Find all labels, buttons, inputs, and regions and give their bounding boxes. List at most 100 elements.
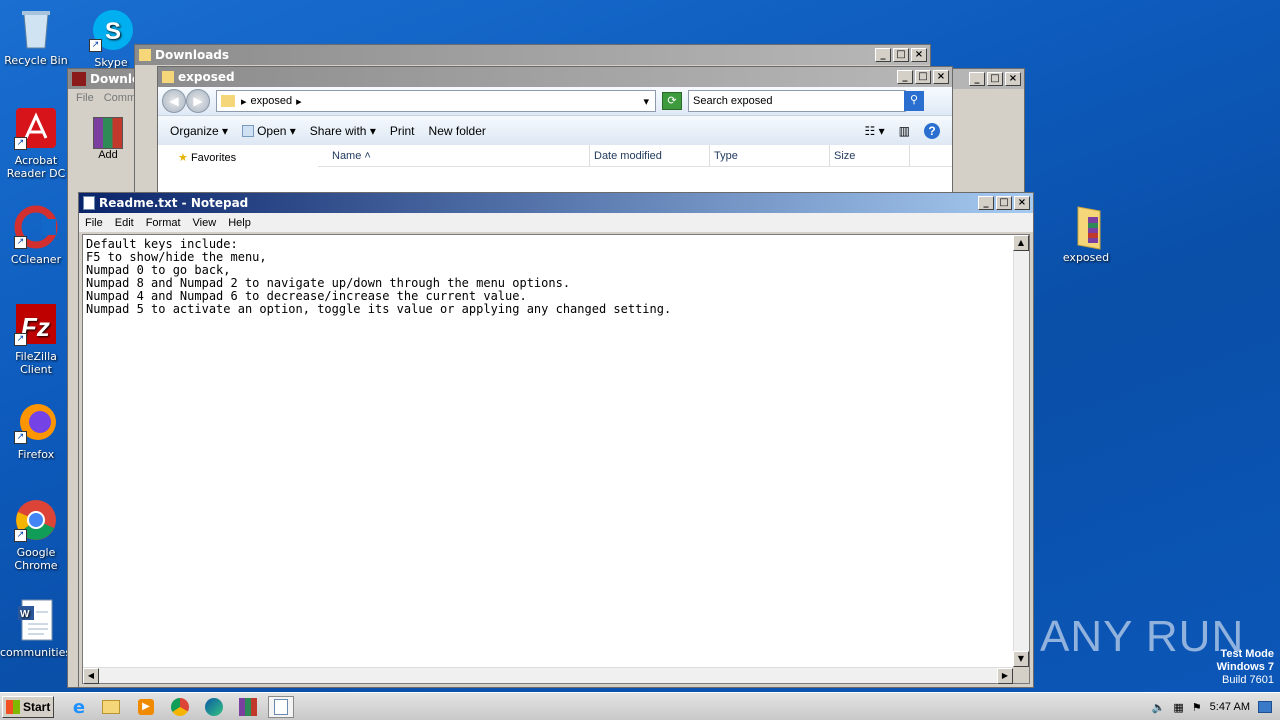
notepad-window[interactable]: Readme.txt - Notepad _ □ × File Edit For… <box>78 192 1034 688</box>
scroll-up-button[interactable]: ▲ <box>1013 235 1029 251</box>
preview-pane-icon[interactable]: ▥ <box>899 124 910 138</box>
scroll-down-button[interactable]: ▼ <box>1013 651 1029 667</box>
clock[interactable]: 5:47 AM <box>1210 701 1250 713</box>
search-icon[interactable]: ⚲ <box>904 91 924 111</box>
refresh-icon[interactable]: ⟳ <box>662 92 682 110</box>
minimize-button[interactable]: _ <box>897 70 913 84</box>
maximize-button[interactable]: □ <box>987 72 1003 86</box>
address-box[interactable]: ▸ exposed ▸ ▾ <box>216 90 656 112</box>
winrar-add-button[interactable]: Add <box>90 117 126 161</box>
search-input[interactable]: Search exposed <box>688 90 906 112</box>
desktop-icon-recycle-bin[interactable]: Recycle Bin <box>0 6 72 67</box>
minimize-button[interactable]: _ <box>875 48 891 62</box>
folder-small-icon <box>139 49 151 61</box>
notepad-menubar: File Edit Format View Help <box>79 213 1033 232</box>
winrar-add-label: Add <box>98 149 118 161</box>
media-player-icon[interactable]: ▶ <box>133 696 159 718</box>
menu-edit[interactable]: Edit <box>109 217 140 229</box>
menu-help[interactable]: Help <box>222 217 257 229</box>
document-text[interactable]: Default keys include: F5 to show/hide th… <box>86 238 671 316</box>
volume-icon[interactable]: 🔈 <box>1152 701 1166 714</box>
filezilla-label: FileZilla Client <box>15 350 57 376</box>
new-folder-button[interactable]: New folder <box>429 124 486 138</box>
nav-favorites[interactable]: Favorites <box>191 152 236 164</box>
scroll-right-button[interactable]: ▶ <box>997 668 1013 684</box>
show-desktop-icon[interactable] <box>1258 701 1272 713</box>
exposed-explorer-window[interactable]: exposed _ □ × ◀ ▶ ▸ exposed ▸ ▾ ⟳ Search… <box>157 66 953 196</box>
resize-grip[interactable] <box>1013 667 1029 683</box>
exposed-titlebar[interactable]: exposed _ □ × <box>158 67 952 87</box>
organize-button[interactable]: Organize ▾ <box>170 124 228 138</box>
desktop-icon-ccleaner[interactable]: ↗ CCleaner <box>0 205 72 266</box>
notepad-icon[interactable] <box>268 696 294 718</box>
print-button[interactable]: Print <box>390 124 415 138</box>
ccleaner-label: CCleaner <box>10 253 62 266</box>
network-icon[interactable]: ▦ <box>1173 701 1183 714</box>
windows-logo-icon <box>6 700 20 714</box>
menu-commands[interactable]: Comm <box>104 92 136 104</box>
notepad-app-icon <box>83 196 95 210</box>
back-button[interactable]: ◀ <box>162 89 186 113</box>
address-path: exposed <box>250 95 293 107</box>
start-button[interactable]: Start <box>2 696 54 718</box>
menu-format[interactable]: Format <box>140 217 187 229</box>
favorites-star-icon: ★ <box>178 152 188 164</box>
chrome-label: Google Chrome <box>14 546 58 572</box>
maximize-button[interactable]: □ <box>996 196 1012 210</box>
maximize-button[interactable]: □ <box>893 48 909 62</box>
col-size[interactable]: Size <box>830 145 910 166</box>
views-icon[interactable]: ☷ ▾ <box>865 124 885 138</box>
firefox-label: Firefox <box>17 448 55 461</box>
shortcut-arrow-icon: ↗ <box>14 236 27 249</box>
col-type[interactable]: Type <box>710 145 830 166</box>
close-button[interactable]: × <box>1005 72 1021 86</box>
close-button[interactable]: × <box>933 70 949 84</box>
firefox-icon: ↗ <box>14 400 58 444</box>
address-dropdown-icon[interactable]: ▾ <box>643 95 649 108</box>
horizontal-scrollbar[interactable]: ◀ ▶ <box>83 667 1013 684</box>
shortcut-arrow-icon: ↗ <box>14 431 27 444</box>
test-mode-text: Test Mode Windows 7 Build 7601 <box>1217 648 1274 687</box>
desktop-icon-acrobat[interactable]: ↗ Acrobat Reader DC <box>0 106 72 180</box>
explorer-icon[interactable] <box>98 696 124 718</box>
build-line: Build 7601 <box>1222 674 1274 686</box>
close-button[interactable]: × <box>1014 196 1030 210</box>
vertical-scrollbar[interactable]: ▲ ▼ <box>1013 235 1029 667</box>
ie-icon[interactable]: e <box>66 696 92 718</box>
menu-file[interactable]: File <box>79 217 109 229</box>
scroll-left-button[interactable]: ◀ <box>83 668 99 684</box>
downloads-title: Downloads <box>155 48 230 62</box>
help-icon[interactable]: ? <box>924 122 940 139</box>
winrar-icon[interactable] <box>235 696 261 718</box>
breadcrumb-chevron-icon[interactable]: ▸ <box>241 95 247 108</box>
maximize-button[interactable]: □ <box>915 70 931 84</box>
col-name[interactable]: Name ˄ <box>318 145 590 166</box>
open-icon <box>242 125 255 138</box>
notepad-titlebar[interactable]: Readme.txt - Notepad _ □ × <box>79 193 1033 213</box>
downloads-titlebar[interactable]: Downloads _ □ × <box>135 45 930 65</box>
col-date-modified[interactable]: Date modified <box>590 145 710 166</box>
flag-icon[interactable]: ⚑ <box>1192 701 1202 714</box>
folder-small-icon <box>221 95 235 107</box>
menu-view[interactable]: View <box>187 217 223 229</box>
edge-icon[interactable] <box>201 696 227 718</box>
breadcrumb-chevron-icon[interactable]: ▸ <box>296 95 302 108</box>
close-button[interactable]: × <box>911 48 927 62</box>
desktop-icon-firefox[interactable]: ↗ Firefox <box>0 400 72 461</box>
anyrun-watermark: ANY RUN <box>1040 612 1245 661</box>
share-with-button[interactable]: Share with ▾ <box>310 124 376 138</box>
desktop-icon-exposed-folder[interactable]: exposed <box>1050 203 1122 264</box>
open-button[interactable]: Open ▾ <box>242 124 296 138</box>
desktop-icon-word-doc[interactable]: W communities... <box>0 598 82 659</box>
minimize-button[interactable]: _ <box>969 72 985 86</box>
desktop-icon-filezilla[interactable]: Fz ↗ FileZilla Client <box>0 302 72 376</box>
chrome-icon[interactable] <box>167 696 193 718</box>
start-label: Start <box>23 700 51 714</box>
menu-file[interactable]: File <box>76 92 94 104</box>
filezilla-icon: Fz ↗ <box>14 302 58 346</box>
windows-version-line: Windows 7 <box>1216 661 1274 673</box>
text-editor[interactable]: Default keys include: F5 to show/hide th… <box>82 234 1030 684</box>
desktop-icon-chrome[interactable]: ↗ Google Chrome <box>0 498 72 572</box>
forward-button[interactable]: ▶ <box>186 89 210 113</box>
minimize-button[interactable]: _ <box>978 196 994 210</box>
